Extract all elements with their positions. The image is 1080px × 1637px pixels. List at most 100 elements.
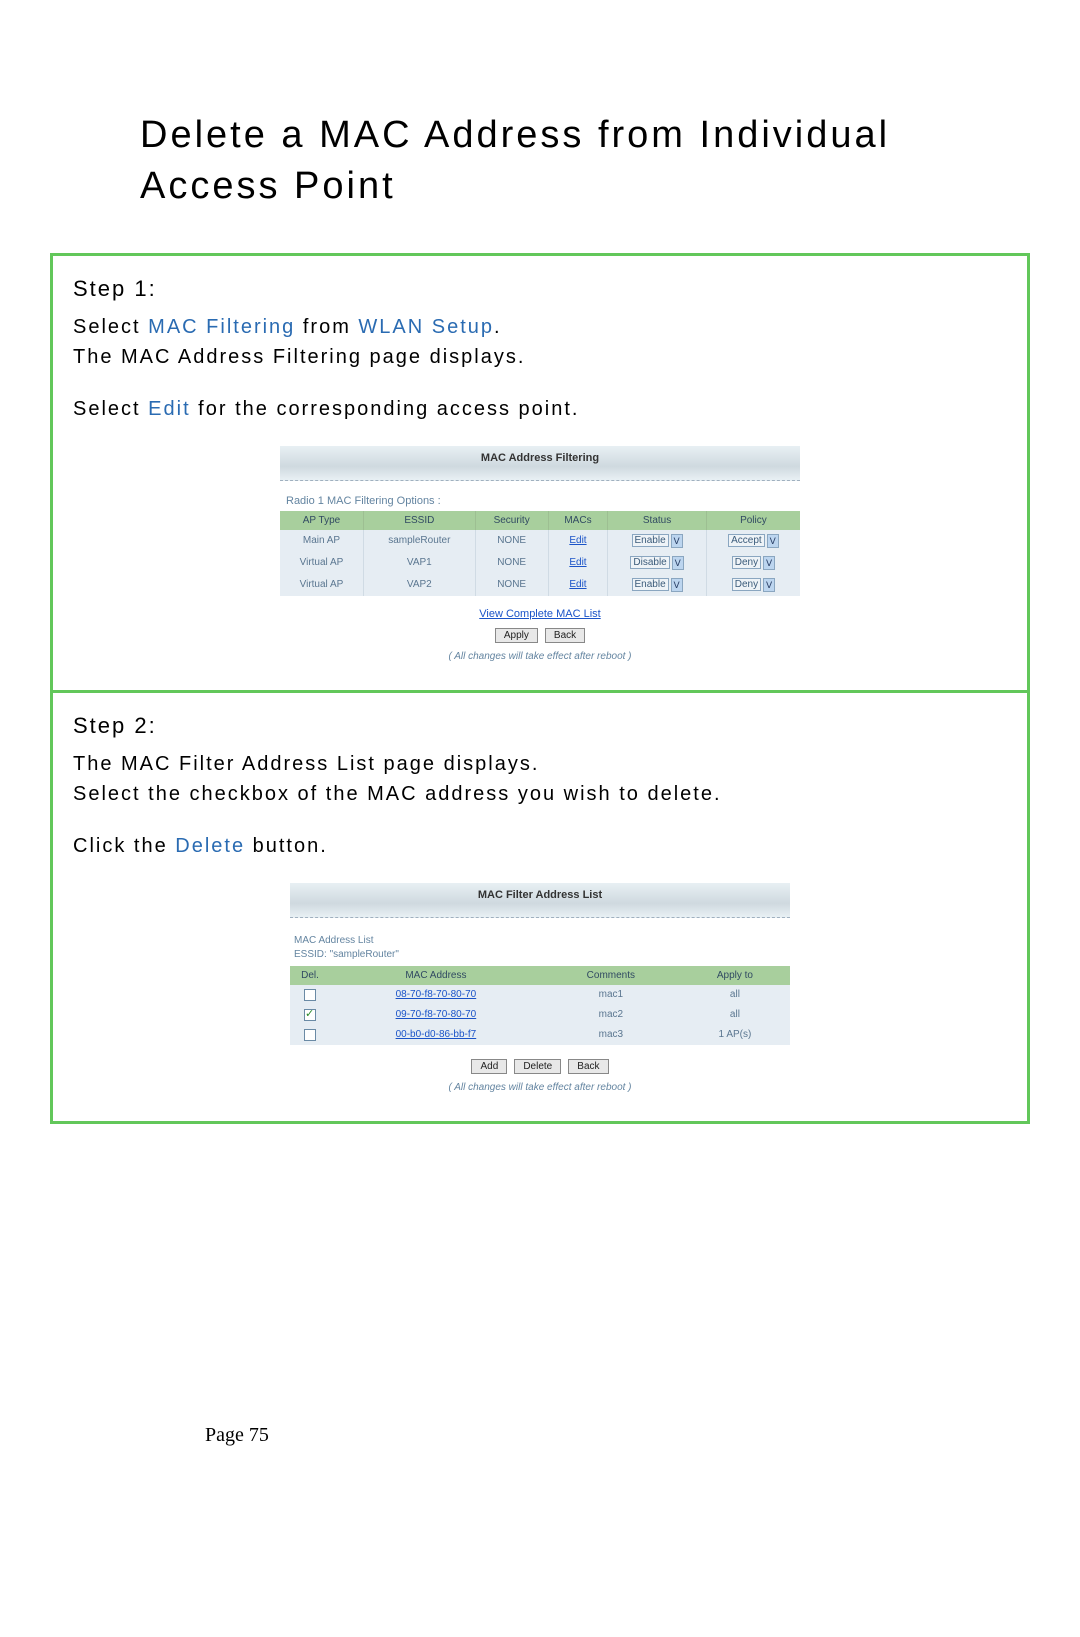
panel1-subhead: Radio 1 MAC Filtering Options : [286, 495, 800, 507]
step1-box: Step 1: Select MAC Filtering from WLAN S… [53, 256, 1027, 690]
cell-sec: NONE [475, 574, 548, 596]
cell-applyto: all [680, 1005, 790, 1025]
delete-checkbox[interactable] [304, 989, 316, 1001]
cell-comments: mac1 [542, 985, 680, 1005]
mac-address-list-label: MAC Address List [294, 934, 790, 948]
view-complete-mac-list-link[interactable]: View Complete MAC List [280, 608, 800, 620]
policy-select[interactable]: Deny [732, 556, 761, 569]
mac-address-list-table: Del. MAC Address Comments Apply to 08-70… [290, 966, 790, 1045]
cell-applyto: 1 AP(s) [680, 1025, 790, 1045]
status-value: Disable [633, 557, 666, 568]
essid-label: ESSID: "sampleRouter" [294, 948, 790, 962]
status-value: Enable [635, 535, 666, 546]
table-header-row: AP Type ESSID Security MACs Status Polic… [280, 511, 800, 530]
step2-line1: The MAC Filter Address List page display… [73, 749, 1007, 779]
panel-mac-filter-address-list: MAC Filter Address List MAC Address List… [290, 883, 790, 1093]
step2-line3-pre: Click the [73, 835, 175, 857]
col-del: Del. [290, 966, 330, 985]
table-row: Virtual AP VAP2 NONE Edit Enable ᐯ Deny ᐯ [280, 574, 800, 596]
step1-heading: Step 1: [73, 276, 1007, 302]
cell-comments: mac3 [542, 1025, 680, 1045]
reboot-note: ( All changes will take effect after reb… [280, 651, 800, 662]
cell-aptype: Main AP [280, 530, 363, 552]
policy-select[interactable]: Accept [728, 534, 765, 547]
col-status: Status [608, 511, 707, 530]
edit-link[interactable]: Edit [569, 557, 586, 568]
table-row: 08-70-f8-70-80-70 mac1 all [290, 985, 790, 1005]
mac-address-link[interactable]: 09-70-f8-70-80-70 [330, 1005, 542, 1025]
kw-mac-filtering: MAC Filtering [148, 316, 295, 338]
chevron-down-icon[interactable]: ᐯ [672, 556, 684, 570]
step1-line3-pre: Select [73, 398, 148, 420]
status-select[interactable]: Enable [632, 578, 669, 591]
step1-mid1: from [295, 316, 358, 338]
apply-button[interactable]: Apply [495, 628, 538, 643]
step1-line1: Select MAC Filtering from WLAN Setup. [73, 312, 1007, 342]
col-aptype: AP Type [280, 511, 363, 530]
col-comments: Comments [542, 966, 680, 985]
table-row: Main AP sampleRouter NONE Edit Enable ᐯ A… [280, 530, 800, 552]
status-value: Enable [635, 579, 666, 590]
table-header-row: Del. MAC Address Comments Apply to [290, 966, 790, 985]
edit-link[interactable]: Edit [569, 535, 586, 546]
step1-mid2: . [494, 316, 502, 338]
edit-link[interactable]: Edit [569, 579, 586, 590]
delete-button[interactable]: Delete [514, 1059, 561, 1074]
chevron-down-icon[interactable]: ᐯ [671, 578, 683, 592]
delete-checkbox[interactable] [304, 1009, 316, 1021]
step2-line2: Select the checkbox of the MAC address y… [73, 779, 1007, 809]
back-button[interactable]: Back [568, 1059, 608, 1074]
mac-filtering-table: AP Type ESSID Security MACs Status Polic… [280, 511, 800, 596]
policy-value: Deny [735, 579, 758, 590]
cell-sec: NONE [475, 530, 548, 552]
panel-mac-filtering: MAC Address Filtering Radio 1 MAC Filter… [280, 446, 800, 662]
panel1-title: MAC Address Filtering [280, 446, 800, 481]
step2-heading: Step 2: [73, 713, 1007, 739]
mac-address-link[interactable]: 08-70-f8-70-80-70 [330, 985, 542, 1005]
delete-checkbox[interactable] [304, 1029, 316, 1041]
cell-aptype: Virtual AP [280, 552, 363, 574]
col-mac-address: MAC Address [330, 966, 542, 985]
cell-aptype: Virtual AP [280, 574, 363, 596]
kw-delete: Delete [175, 835, 245, 857]
policy-select[interactable]: Deny [732, 578, 761, 591]
step1-line3-post: for the corresponding access point. [191, 398, 580, 420]
table-row: Virtual AP VAP1 NONE Edit Disable ᐯ Deny ᐯ [280, 552, 800, 574]
col-policy: Policy [706, 511, 800, 530]
status-select[interactable]: Disable [630, 556, 669, 569]
cell-essid: sampleRouter [363, 530, 475, 552]
chevron-down-icon[interactable]: ᐯ [763, 556, 775, 570]
step2-line3: Click the Delete button. [73, 831, 1007, 861]
chevron-down-icon[interactable]: ᐯ [763, 578, 775, 592]
step2-box: Step 2: The MAC Filter Address List page… [53, 693, 1027, 1121]
col-apply-to: Apply to [680, 966, 790, 985]
cell-comments: mac2 [542, 1005, 680, 1025]
policy-value: Deny [735, 557, 758, 568]
mac-address-link[interactable]: 00-b0-d0-86-bb-f7 [330, 1025, 542, 1045]
kw-edit: Edit [148, 398, 190, 420]
cell-sec: NONE [475, 552, 548, 574]
back-button[interactable]: Back [545, 628, 585, 643]
step1-line3: Select Edit for the corresponding access… [73, 394, 1007, 424]
table-row: 00-b0-d0-86-bb-f7 mac3 1 AP(s) [290, 1025, 790, 1045]
add-button[interactable]: Add [471, 1059, 507, 1074]
cell-essid: VAP1 [363, 552, 475, 574]
kw-wlan-setup: WLAN Setup [358, 316, 494, 338]
table-row: 09-70-f8-70-80-70 mac2 all [290, 1005, 790, 1025]
col-security: Security [475, 511, 548, 530]
step2-line3-post: button. [245, 835, 328, 857]
cell-essid: VAP2 [363, 574, 475, 596]
page-title: Delete a MAC Address from Individual Acc… [140, 110, 1020, 213]
chevron-down-icon[interactable]: ᐯ [671, 534, 683, 548]
page-number: Page 75 [205, 1424, 269, 1447]
col-macs: MACs [548, 511, 608, 530]
step1-line2: The MAC Address Filtering page displays. [73, 342, 1007, 372]
status-select[interactable]: Enable [632, 534, 669, 547]
chevron-down-icon[interactable]: ᐯ [767, 534, 779, 548]
steps-container: Step 1: Select MAC Filtering from WLAN S… [50, 253, 1030, 1124]
cell-applyto: all [680, 985, 790, 1005]
policy-value: Accept [731, 535, 762, 546]
step1-pre: Select [73, 316, 148, 338]
panel2-title: MAC Filter Address List [290, 883, 790, 918]
reboot-note: ( All changes will take effect after reb… [290, 1082, 790, 1093]
